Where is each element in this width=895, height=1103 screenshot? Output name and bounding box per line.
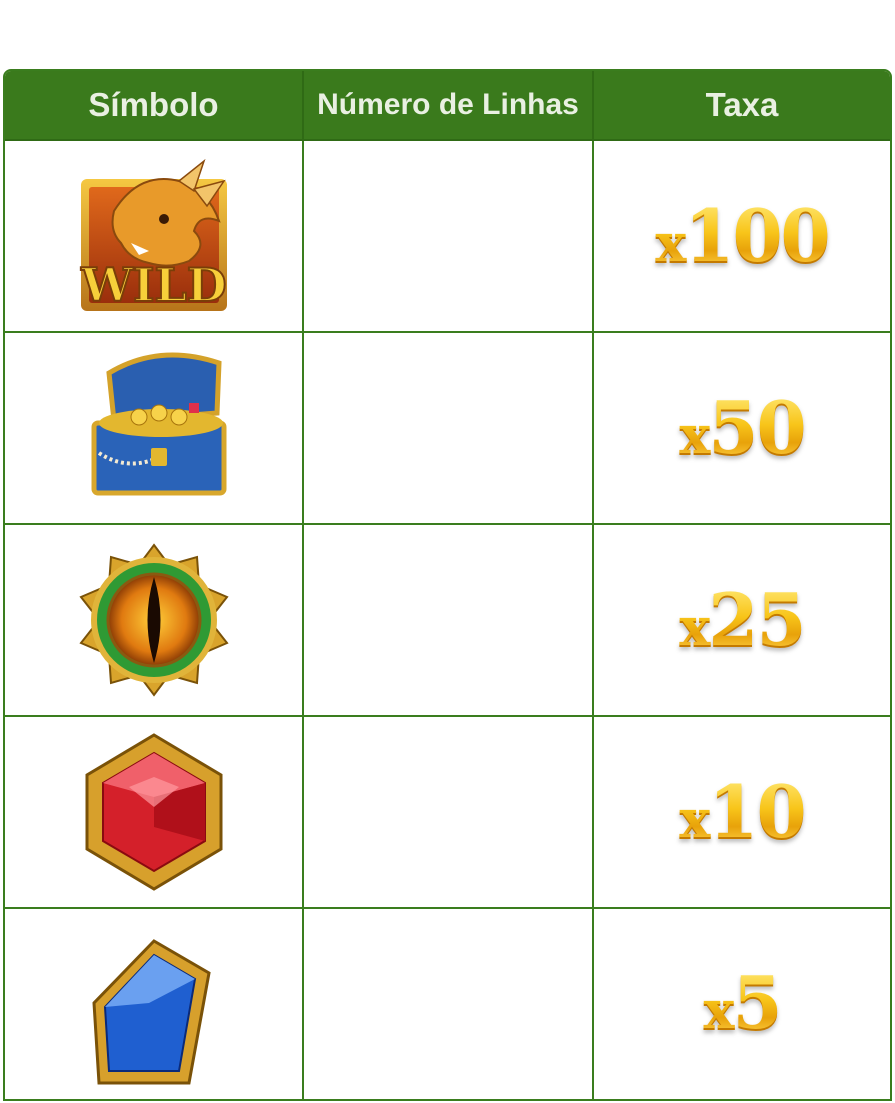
red-gem-icon	[85, 733, 222, 891]
wild-label: WILD	[80, 258, 226, 312]
lines-cell	[302, 525, 594, 715]
lines-cell	[302, 141, 594, 331]
paytable: Símbolo Número de Linhas Taxa WILD x100 …	[3, 69, 892, 1101]
lines-cell	[302, 333, 594, 523]
lines-cell	[302, 717, 594, 907]
wild-dragon-icon: WILD	[79, 158, 227, 313]
multiplier-value: x25	[679, 577, 805, 662]
header-rate: Taxa	[705, 86, 779, 123]
rate-cell: x5	[594, 909, 890, 1099]
multiplier-value: x50	[679, 385, 805, 470]
rate-cell: x100	[594, 141, 890, 331]
rate-cell: x10	[594, 717, 890, 907]
dragon-eye-icon	[78, 543, 229, 697]
header-symbol: Símbolo	[88, 86, 219, 123]
table-row: x10	[5, 717, 890, 909]
treasure-chest-icon	[91, 352, 226, 496]
multiplier-value: x5	[703, 960, 781, 1045]
table-row: WILD x100	[5, 141, 890, 333]
table-row: x5	[5, 909, 890, 1101]
symbol-cell	[5, 717, 302, 907]
table-row: x25	[5, 525, 890, 717]
multiplier-value: x10	[679, 769, 805, 854]
table-row: x50	[5, 333, 890, 525]
header-lines: Número de Linhas	[302, 71, 594, 139]
symbol-cell	[5, 525, 302, 715]
symbol-cell: WILD	[5, 141, 302, 331]
rate-cell: x50	[594, 333, 890, 523]
rate-cell: x25	[594, 525, 890, 715]
blue-gem-icon	[91, 939, 211, 1085]
symbol-cell	[5, 333, 302, 523]
paytable-header: Símbolo Número de Linhas Taxa	[5, 71, 890, 141]
symbol-cell	[5, 909, 302, 1099]
multiplier-value: x100	[655, 193, 829, 278]
lines-cell	[302, 909, 594, 1099]
